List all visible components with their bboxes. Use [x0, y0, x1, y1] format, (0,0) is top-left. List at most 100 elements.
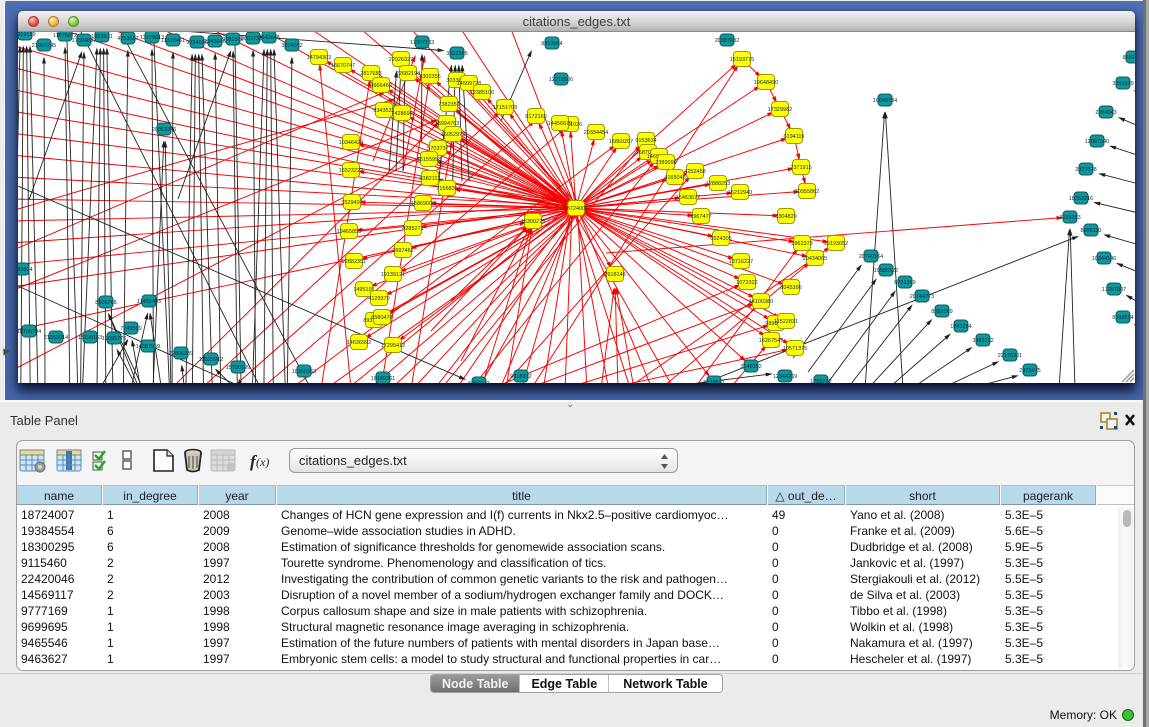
svg-text:21097245: 21097245 [32, 43, 56, 49]
svg-text:19648490: 19648490 [754, 80, 778, 86]
svg-text:1072322: 1072322 [736, 280, 757, 286]
svg-text:17295412: 17295412 [381, 343, 405, 349]
svg-text:17287807: 17287807 [1102, 287, 1126, 293]
svg-text:19139121: 19139121 [381, 272, 405, 278]
svg-text:15212940: 15212940 [728, 190, 752, 196]
svg-text:18252216: 18252216 [1069, 196, 1093, 202]
svg-text:18366963: 18366963 [292, 369, 316, 375]
svg-text:15869000: 15869000 [411, 201, 435, 207]
svg-text:12218506: 12218506 [549, 77, 573, 83]
svg-text:4129379: 4129379 [368, 296, 389, 302]
svg-text:9382113: 9382113 [419, 176, 440, 182]
svg-text:18705794: 18705794 [18, 329, 41, 335]
svg-text:10344146: 10344146 [1092, 256, 1116, 262]
svg-text:16149361: 16149361 [371, 376, 395, 382]
svg-text:19095773: 19095773 [102, 336, 126, 342]
svg-text:19465853: 19465853 [337, 229, 361, 235]
svg-text:8682011: 8682011 [1122, 55, 1135, 61]
svg-text:14456679: 14456679 [548, 121, 572, 127]
svg-text:20053346: 20053346 [152, 127, 176, 133]
svg-text:4252458: 4252458 [684, 169, 705, 175]
svg-text:6580474: 6580474 [371, 315, 392, 321]
svg-text:8172169: 8172169 [525, 114, 546, 120]
svg-text:15700199: 15700199 [226, 365, 250, 371]
svg-text:(x): (x) [256, 455, 269, 469]
svg-text:7389096: 7389096 [655, 160, 676, 166]
svg-text:22682194: 22682194 [396, 71, 420, 77]
svg-text:17307133: 17307133 [410, 40, 434, 46]
svg-text:4165048: 4165048 [664, 175, 685, 181]
svg-text:16523222: 16523222 [339, 168, 363, 174]
svg-text:11318461: 11318461 [161, 38, 185, 44]
svg-text:9893824: 9893824 [18, 267, 33, 273]
svg-text:3045396: 3045396 [780, 285, 801, 291]
svg-text:18994763: 18994763 [435, 121, 459, 127]
svg-text:16860207: 16860207 [609, 139, 633, 145]
svg-text:9153634: 9153634 [635, 138, 656, 144]
svg-text:8188594: 8188594 [1112, 315, 1133, 321]
svg-text:1019189: 1019189 [18, 32, 36, 38]
svg-text:7749509: 7749509 [120, 326, 141, 332]
svg-text:22882351: 22882351 [342, 259, 366, 265]
svg-text:3377578: 3377578 [1075, 167, 1096, 173]
svg-text:22806289: 22806289 [169, 351, 193, 357]
svg-text:20434065: 20434065 [803, 256, 827, 262]
svg-text:8539591: 8539591 [703, 380, 724, 383]
svg-text:4285271: 4285271 [402, 226, 423, 232]
svg-text:14636992: 14636992 [347, 340, 371, 346]
svg-text:2817683: 2817683 [360, 71, 381, 77]
svg-text:8986110: 8986110 [1080, 228, 1101, 234]
svg-text:15198153: 15198153 [78, 335, 102, 341]
svg-text:10571375: 10571375 [783, 346, 807, 352]
svg-text:1705792: 1705792 [810, 379, 831, 383]
svg-text:14794303: 14794303 [307, 55, 331, 61]
svg-text:9318332: 9318332 [510, 374, 531, 380]
svg-text:16052972: 16052972 [441, 132, 465, 138]
svg-text:6194119: 6194119 [783, 134, 804, 140]
svg-text:10955862: 10955862 [795, 189, 819, 195]
svg-text:19586522: 19586522 [874, 268, 898, 274]
svg-text:10648784: 10648784 [873, 98, 897, 104]
svg-text:12087340: 12087340 [1085, 139, 1109, 145]
svg-text:5703737: 5703737 [427, 146, 448, 152]
svg-text:12344269: 12344269 [773, 374, 797, 380]
svg-text:15155998: 15155998 [417, 157, 441, 163]
svg-text:15300275: 15300275 [521, 219, 545, 225]
svg-text:3382132: 3382132 [972, 338, 993, 344]
svg-text:7382351: 7382351 [438, 102, 459, 108]
svg-text:19193052: 19193052 [824, 241, 848, 247]
svg-text:20387682: 20387682 [715, 38, 739, 44]
svg-text:3261579: 3261579 [1112, 81, 1133, 87]
svg-text:12888253: 12888253 [706, 181, 730, 187]
svg-text:13716227: 13716227 [729, 259, 753, 265]
svg-text:3215953: 3215953 [1059, 215, 1080, 221]
svg-text:4753657: 4753657 [117, 36, 138, 42]
svg-text:13529912: 13529912 [199, 357, 223, 363]
svg-text:10346424: 10346424 [339, 140, 363, 146]
svg-text:8389269: 8389269 [931, 309, 952, 315]
svg-text:7371915: 7371915 [790, 165, 811, 171]
svg-text:22176301: 22176301 [998, 353, 1022, 359]
svg-text:22926327: 22926327 [389, 57, 413, 63]
svg-text:8304829: 8304829 [775, 214, 796, 220]
svg-text:7428696: 7428696 [391, 111, 412, 117]
svg-text:2975475: 2975475 [1019, 368, 1040, 374]
svg-text:4666460: 4666460 [370, 83, 391, 89]
svg-text:7156836: 7156836 [436, 186, 457, 192]
svg-text:17329982: 17329982 [768, 107, 792, 113]
svg-text:6524305: 6524305 [710, 236, 731, 242]
svg-text:20334454: 20334454 [584, 130, 608, 136]
svg-text:12385106: 12385106 [470, 90, 494, 96]
svg-text:11522831: 11522831 [774, 319, 798, 325]
svg-text:15463677: 15463677 [676, 195, 700, 201]
svg-text:4302355: 4302355 [419, 74, 440, 80]
svg-text:17151708: 17151708 [493, 105, 517, 111]
svg-text:8813054: 8813054 [541, 41, 562, 47]
svg-text:16267547: 16267547 [759, 338, 783, 344]
svg-text:1653531: 1653531 [91, 34, 112, 40]
svg-text:3322386: 3322386 [446, 51, 467, 57]
svg-text:18724007: 18724007 [564, 206, 588, 212]
svg-text:20740364: 20740364 [859, 254, 883, 260]
svg-text:2918148: 2918148 [604, 272, 625, 278]
svg-text:16670747: 16670747 [331, 63, 355, 69]
